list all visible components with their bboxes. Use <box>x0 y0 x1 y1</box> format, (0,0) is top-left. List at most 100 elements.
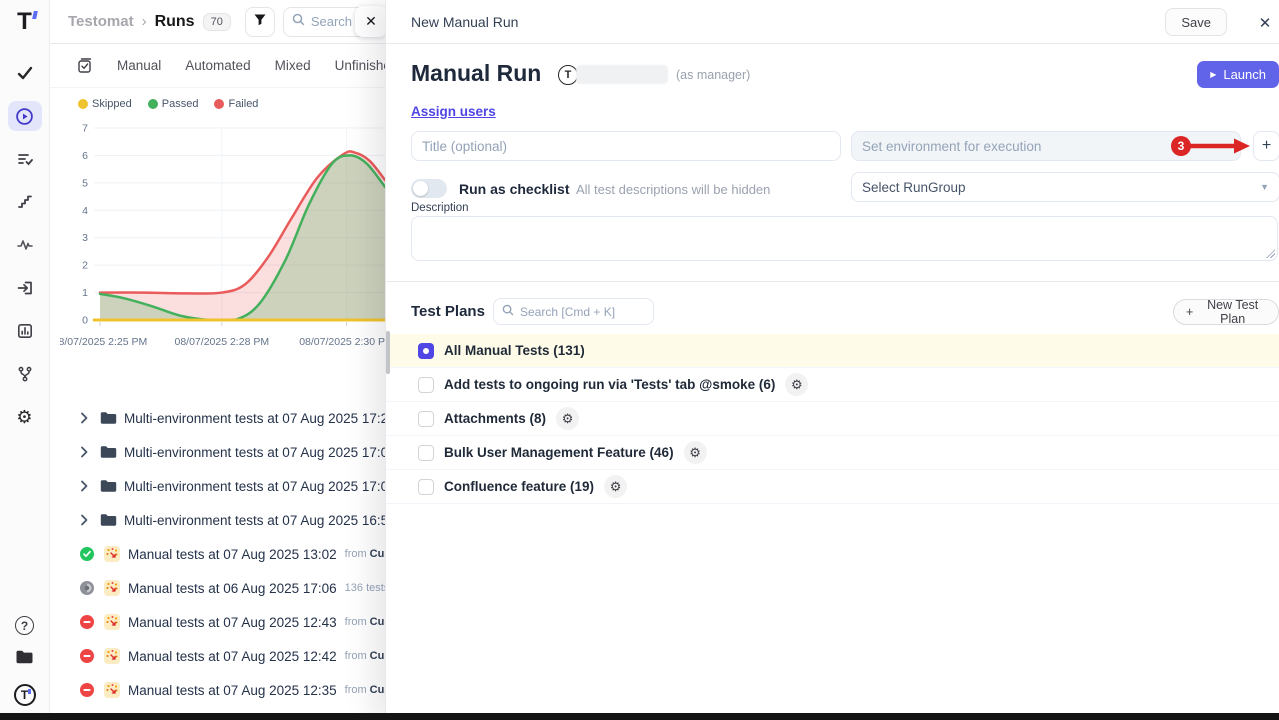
panel-close-icon[interactable]: ✕ <box>1255 13 1275 33</box>
run-list-item[interactable]: Manual tests at 07 Aug 2025 12:35 fromCu… <box>60 673 385 707</box>
manager-name-redacted <box>576 65 668 84</box>
chevron-right-icon[interactable] <box>80 480 96 492</box>
sidebar-item-import[interactable] <box>8 273 42 303</box>
run-as-checklist-toggle[interactable] <box>411 179 447 198</box>
plan-settings-gear-icon[interactable]: ⚙ <box>556 407 579 430</box>
search-clear-button[interactable]: ✕ <box>355 6 387 37</box>
run-list-item[interactable]: Multi-environment tests at 07 Aug 2025 1… <box>60 401 385 435</box>
test-plans-search-input[interactable] <box>520 305 640 319</box>
breadcrumb-project[interactable]: Testomat <box>68 13 134 30</box>
run-label: Multi-environment tests at 07 Aug 2025 1… <box>124 479 385 494</box>
launch-button[interactable]: ▶ Launch <box>1197 61 1279 88</box>
folder-dark-icon[interactable] <box>15 649 34 670</box>
svg-text:2: 2 <box>82 260 88 272</box>
sidebar-item-analytics[interactable] <box>8 316 42 346</box>
run-list-item[interactable]: Multi-environment tests at 07 Aug 2025 1… <box>60 435 385 469</box>
test-plan-label: Attachments (8) <box>444 411 546 426</box>
test-plan-row[interactable]: All Manual Tests (131) <box>386 334 1279 368</box>
resize-handle-icon[interactable] <box>1266 249 1275 258</box>
svg-text:3: 3 <box>82 232 88 244</box>
sidebar-item-pulse[interactable] <box>8 230 42 260</box>
batch-select-icon[interactable] <box>77 58 93 74</box>
test-plan-row[interactable]: Add tests to ongoing run via 'Tests' tab… <box>386 368 1279 402</box>
run-label: Multi-environment tests at 07 Aug 2025 1… <box>124 513 385 528</box>
plan-settings-gear-icon[interactable]: ⚙ <box>604 475 627 498</box>
run-list-item[interactable]: Manual tests at 07 Aug 2025 12:43 fromCu… <box>60 605 385 639</box>
run-list-item[interactable]: Manual tests at 07 Aug 2025 13:02 fromCu… <box>60 537 385 571</box>
x-tick-label: 08/07/2025 2:30 PM <box>287 336 386 348</box>
run-title-input[interactable] <box>411 131 841 161</box>
test-plan-row[interactable]: Attachments (8) ⚙ <box>386 402 1279 436</box>
tab-mixed[interactable]: Mixed <box>275 58 311 73</box>
test-plan-checkbox[interactable] <box>418 377 434 393</box>
play-icon: ▶ <box>1210 70 1216 79</box>
app-logo[interactable]: T <box>17 10 32 34</box>
failed-status-icon[interactable] <box>80 615 95 629</box>
run-list-item[interactable]: Manual tests at 06 Aug 2025 17:06 136 te… <box>60 571 385 605</box>
test-plan-row[interactable]: Bulk User Management Feature (46) ⚙ <box>386 436 1279 470</box>
sidebar-item-settings[interactable]: ⚙ <box>8 402 42 432</box>
plan-settings-gear-icon[interactable]: ⚙ <box>684 441 707 464</box>
sidebar-item-tests[interactable] <box>8 58 42 88</box>
tab-automated[interactable]: Automated <box>185 58 250 73</box>
failed-status-icon[interactable] <box>80 683 95 697</box>
save-button[interactable]: Save <box>1165 8 1227 36</box>
svg-text:6: 6 <box>82 150 88 162</box>
runs-page: Testomat › Runs 70 ✕ Manual Automated Mi… <box>50 0 385 720</box>
passed-status-icon[interactable] <box>80 547 95 561</box>
partial-status-icon[interactable] <box>80 581 95 595</box>
run-list-item[interactable]: Multi-environment tests at 07 Aug 2025 1… <box>60 503 385 537</box>
filter-button[interactable] <box>245 7 275 37</box>
add-environment-button[interactable]: + <box>1253 131 1279 161</box>
run-label: Multi-environment tests at 07 Aug 2025 1… <box>124 411 385 426</box>
breadcrumb-separator: › <box>142 13 147 30</box>
folder-icon <box>100 513 118 527</box>
legend-dot-icon <box>214 99 224 109</box>
funnel-icon <box>253 13 267 30</box>
description-textarea[interactable] <box>411 216 1278 261</box>
new-test-plan-button[interactable]: + New Test Plan <box>1173 299 1279 325</box>
test-plan-row[interactable]: Confluence feature (19) ⚙ <box>386 470 1279 504</box>
runs-tabs: Manual Automated Mixed Unfinished <box>50 44 385 88</box>
pulse-icon <box>16 236 34 254</box>
chevron-right-icon[interactable] <box>80 446 96 458</box>
run-label: Manual tests at 07 Aug 2025 12:42 <box>128 649 337 664</box>
run-list-item[interactable]: Multi-environment tests at 07 Aug 2025 1… <box>60 469 385 503</box>
list-check-icon <box>16 150 34 168</box>
runs-list: Multi-environment tests at 07 Aug 2025 1… <box>60 401 385 713</box>
sidebar-item-milestones[interactable] <box>8 187 42 217</box>
assign-users-link[interactable]: Assign users <box>411 104 496 119</box>
test-plan-checkbox[interactable] <box>418 445 434 461</box>
runs-count-badge: 70 <box>203 13 231 31</box>
failed-status-icon[interactable] <box>80 649 95 663</box>
scrollbar-thumb[interactable] <box>386 331 390 374</box>
sidebar-item-test-plans[interactable] <box>8 144 42 174</box>
sidebar-item-branches[interactable] <box>8 359 42 389</box>
manual-run-icon <box>104 614 122 630</box>
sidebar-item-runs[interactable] <box>8 101 42 131</box>
help-icon[interactable]: ? <box>15 616 34 635</box>
rungroup-select[interactable]: Select RunGroup ▼ <box>851 172 1279 202</box>
plan-settings-gear-icon[interactable]: ⚙ <box>785 373 808 396</box>
legend-dot-icon <box>78 99 88 109</box>
test-plan-checkbox[interactable] <box>418 343 434 359</box>
svg-text:0: 0 <box>82 315 88 327</box>
sidebar: T <box>0 0 50 720</box>
folder-icon <box>100 411 118 425</box>
svg-text:7: 7 <box>82 123 88 135</box>
account-logo-icon[interactable]: T <box>14 684 36 706</box>
run-list-item[interactable]: Manual tests at 07 Aug 2025 12:42 fromCu… <box>60 639 385 673</box>
x-tick-label: 08/07/2025 2:25 PM <box>60 336 160 348</box>
tab-manual[interactable]: Manual <box>117 58 161 73</box>
gear-icon: ⚙ <box>16 408 32 426</box>
bottom-bar <box>0 713 1279 720</box>
manual-run-icon <box>104 648 122 664</box>
as-manager-label: (as manager) <box>676 68 750 82</box>
svg-text:1: 1 <box>82 287 88 299</box>
test-plan-checkbox[interactable] <box>418 479 434 495</box>
chevron-right-icon[interactable] <box>80 412 96 424</box>
run-label: Manual tests at 07 Aug 2025 13:02 <box>128 547 337 562</box>
folder-icon <box>100 479 118 493</box>
chevron-right-icon[interactable] <box>80 514 96 526</box>
test-plan-checkbox[interactable] <box>418 411 434 427</box>
